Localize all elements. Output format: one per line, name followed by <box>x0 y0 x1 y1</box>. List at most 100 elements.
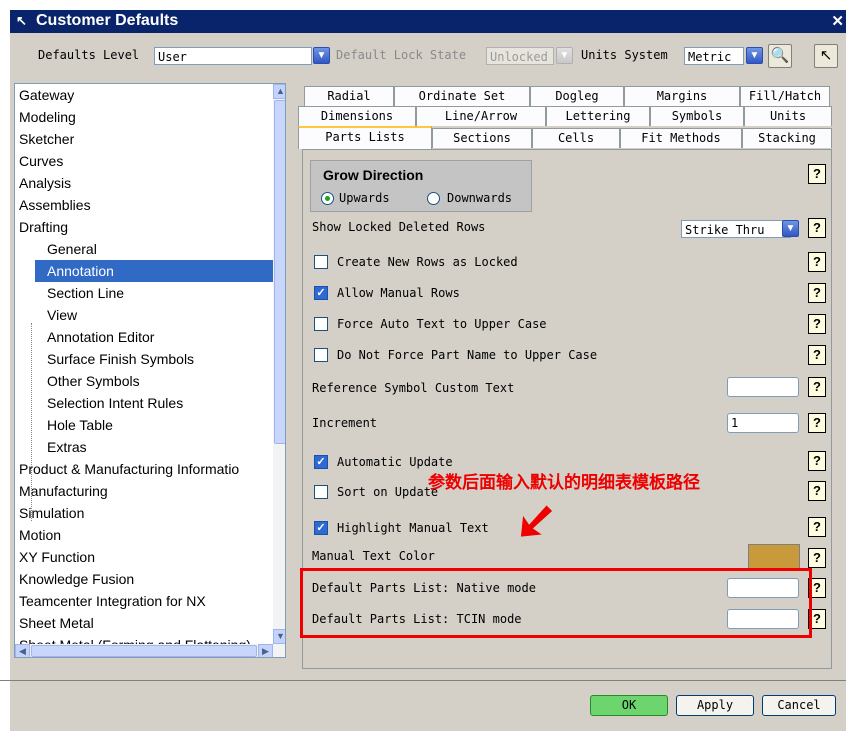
help-icon-force-auto-text[interactable]: ? <box>808 314 826 334</box>
tree-connector <box>31 323 32 521</box>
category-tree[interactable]: Gateway Modeling Sketcher Curves Analysis Ass… <box>14 83 286 658</box>
sidebar-item[interactable]: Knowledge Fusion <box>15 568 277 590</box>
help-icon-reference-symbol[interactable]: ? <box>808 377 826 397</box>
strike-thru-dropdown-icon[interactable]: ▼ <box>782 220 799 237</box>
sidebar-item[interactable]: Gateway <box>15 84 277 106</box>
help-icon-show-locked[interactable]: ? <box>808 218 826 238</box>
window-menu-icon[interactable]: ↖ <box>16 13 27 29</box>
help-icon-automatic-update[interactable]: ? <box>808 451 826 471</box>
highlight-manual-text-checkbox[interactable]: ✓ <box>314 521 328 535</box>
sidebar-item[interactable]: Product & Manufacturing Informatio <box>15 458 277 480</box>
downwards-radio[interactable] <box>427 192 440 205</box>
units-system-select[interactable]: Metric <box>684 47 744 65</box>
tab-fit-methods[interactable]: Fit Methods <box>620 128 742 148</box>
tab-margins[interactable]: Margins <box>624 86 740 106</box>
tab-parts-lists[interactable]: Parts Lists <box>298 126 432 149</box>
help-icon-create-new-rows[interactable]: ? <box>808 252 826 272</box>
defaults-level-label: Defaults Level <box>38 48 140 62</box>
whats-this-help-icon[interactable]: ↖ <box>814 44 838 68</box>
binoculars-search-icon[interactable]: 🔍 <box>768 44 792 68</box>
tab-dimensions[interactable]: Dimensions <box>298 106 416 126</box>
help-icon-manual-text-color[interactable]: ? <box>808 548 826 568</box>
tab-lettering[interactable]: Lettering <box>546 106 650 126</box>
sort-on-update-checkbox[interactable] <box>314 485 328 499</box>
help-icon-allow-manual-rows[interactable]: ? <box>808 283 826 303</box>
upwards-radio[interactable] <box>321 192 334 205</box>
create-new-rows-locked-checkbox[interactable] <box>314 255 328 269</box>
sidebar-item[interactable]: Curves <box>15 150 277 172</box>
sidebar-item[interactable]: Analysis <box>15 172 277 194</box>
cancel-button[interactable]: Cancel <box>762 695 836 716</box>
tab-line-arrow[interactable]: Line/Arrow <box>416 106 546 126</box>
sidebar-item[interactable]: Sheet Metal <box>15 612 277 634</box>
scroll-up-icon[interactable]: ▲ <box>273 84 285 99</box>
sidebar-item[interactable]: Motion <box>15 524 277 546</box>
sidebar-item[interactable]: Hole Table <box>35 414 285 436</box>
sidebar-item[interactable]: Sketcher <box>15 128 277 150</box>
sidebar-item[interactable]: XY Function <box>15 546 277 568</box>
defaults-level-select[interactable]: User <box>154 47 312 65</box>
hscroll-thumb[interactable] <box>31 645 257 657</box>
help-icon-grow-direction[interactable]: ? <box>808 164 826 184</box>
help-icon-do-not-force-part-name[interactable]: ? <box>808 345 826 365</box>
sidebar-item[interactable]: General <box>35 238 285 260</box>
close-icon[interactable]: ✕ <box>831 12 844 30</box>
apply-button[interactable]: Apply <box>676 695 754 716</box>
do-not-force-part-name-checkbox[interactable] <box>314 348 328 362</box>
lock-state-dropdown-icon[interactable]: ▼ <box>556 47 573 64</box>
sidebar-item[interactable]: Annotation Editor <box>35 326 285 348</box>
sidebar-item[interactable]: Drafting <box>15 216 277 238</box>
reference-symbol-custom-text-label: Reference Symbol Custom Text <box>312 381 515 395</box>
help-icon-sort-on-update[interactable]: ? <box>808 481 826 501</box>
tab-dogleg[interactable]: Dogleg <box>530 86 624 106</box>
tab-symbols[interactable]: Symbols <box>650 106 744 126</box>
strike-thru-select[interactable]: Strike Thru <box>681 220 791 238</box>
ok-button[interactable]: OK <box>590 695 668 716</box>
tab-stacking[interactable]: Stacking <box>742 128 832 148</box>
sidebar-item[interactable]: Selection Intent Rules <box>35 392 285 414</box>
annotation-highlight-box <box>300 568 812 638</box>
automatic-update-checkbox[interactable]: ✓ <box>314 455 328 469</box>
grow-direction-group: Grow Direction Upwards Downwards <box>310 160 532 212</box>
units-system-dropdown-icon[interactable]: ▼ <box>746 47 763 64</box>
tree-horizontal-scrollbar[interactable]: ◀ ▶ <box>15 644 273 657</box>
sidebar-item[interactable]: Section Line <box>35 282 285 304</box>
force-auto-text-upper-checkbox[interactable] <box>314 317 328 331</box>
tab-ordinate-set[interactable]: Ordinate Set <box>394 86 530 106</box>
do-not-force-part-name-label: Do Not Force Part Name to Upper Case <box>337 348 598 362</box>
allow-manual-rows-checkbox[interactable]: ✓ <box>314 286 328 300</box>
reference-symbol-custom-text-input[interactable] <box>727 377 799 397</box>
sidebar-item[interactable]: View <box>35 304 285 326</box>
increment-input[interactable]: 1 <box>727 413 799 433</box>
scroll-thumb[interactable] <box>274 100 285 444</box>
sort-on-update-label: Sort on Update <box>337 485 439 499</box>
sidebar-item[interactable]: Simulation <box>15 502 277 524</box>
sidebar-item[interactable]: Other Symbols <box>35 370 285 392</box>
lock-state-label: Default Lock State <box>336 48 467 62</box>
scroll-down-icon[interactable]: ▼ <box>273 629 285 644</box>
scroll-right-icon[interactable]: ▶ <box>258 644 273 657</box>
tab-units[interactable]: Units <box>744 106 832 126</box>
defaults-level-dropdown-icon[interactable]: ▼ <box>313 47 330 64</box>
annotation-arrow-icon: ➘ <box>506 500 565 544</box>
tab-fill-hatch[interactable]: Fill/Hatch <box>740 86 830 106</box>
tab-sections[interactable]: Sections <box>432 128 532 148</box>
sidebar-item[interactable]: Teamcenter Integration for NX <box>15 590 277 612</box>
tab-radial[interactable]: Radial <box>304 86 394 106</box>
help-icon-increment[interactable]: ? <box>808 413 826 433</box>
sidebar-item[interactable]: Assemblies <box>15 194 277 216</box>
bottom-separator <box>0 680 846 683</box>
manual-text-color-label: Manual Text Color <box>312 549 435 563</box>
tree-vertical-scrollbar[interactable]: ▲ ▼ <box>273 84 285 657</box>
sidebar-item[interactable]: Surface Finish Symbols <box>35 348 285 370</box>
scroll-left-icon[interactable]: ◀ <box>15 644 30 657</box>
manual-text-color-swatch[interactable] <box>748 544 800 570</box>
sidebar-item[interactable]: Annotation <box>35 260 285 282</box>
tab-cells[interactable]: Cells <box>532 128 620 148</box>
sidebar-item[interactable]: Modeling <box>15 106 277 128</box>
help-icon-highlight-manual-text[interactable]: ? <box>808 517 826 537</box>
title-bar: ↖ Customer Defaults ✕ <box>10 10 846 33</box>
sidebar-item[interactable]: Manufacturing <box>15 480 277 502</box>
lock-state-select[interactable]: Unlocked <box>486 47 554 65</box>
sidebar-item[interactable]: Extras <box>35 436 285 458</box>
